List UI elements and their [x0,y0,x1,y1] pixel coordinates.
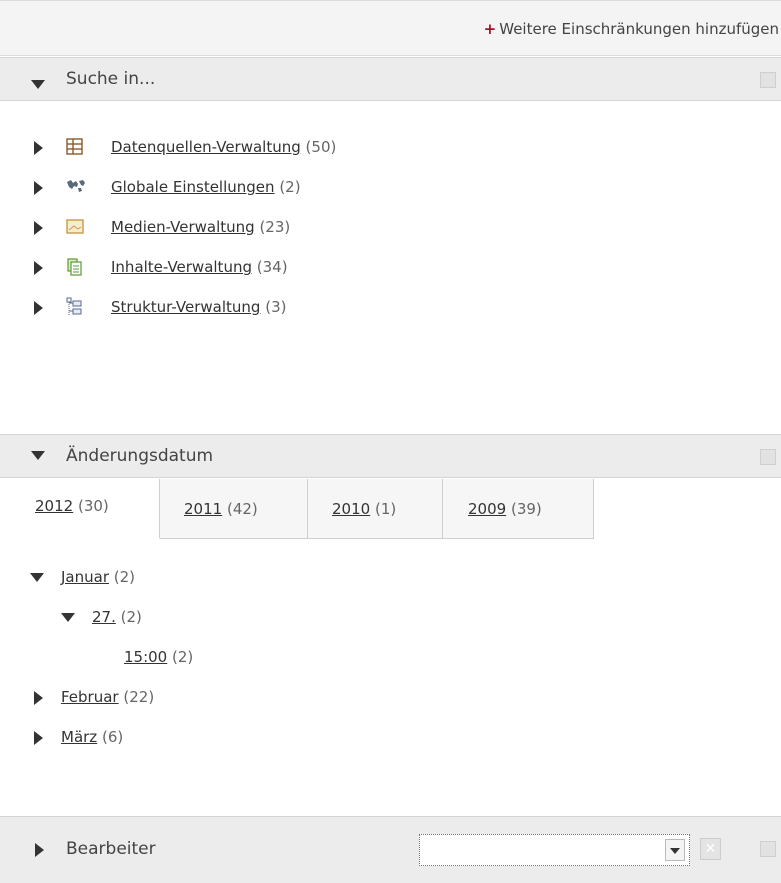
date-item-label[interactable]: März [61,728,97,746]
expand-arrow-icon[interactable] [34,301,43,315]
collapse-arrow-icon[interactable] [61,613,75,622]
collapse-arrow-icon[interactable] [31,451,45,460]
chevron-down-icon [670,848,680,854]
collapse-arrow-icon[interactable] [30,573,44,582]
tab-year-label[interactable]: 2010 [332,500,370,518]
tab-year-label[interactable]: 2009 [468,500,506,518]
expand-arrow-icon[interactable] [34,261,43,275]
change-date-title: Änderungsdatum [66,446,214,466]
pages-icon [65,257,85,277]
date-item-count: (22) [123,688,155,706]
structure-icon [65,297,85,317]
expand-arrow-icon[interactable] [34,731,43,745]
date-item-count: (2) [113,568,136,586]
editor-title: Bearbeiter [66,839,156,859]
expand-arrow-icon[interactable] [34,181,43,195]
tab-strip-filler [594,479,781,539]
plus-icon: + [483,20,497,38]
tree-item-count: (2) [279,178,301,196]
tree-item-count: (23) [259,218,291,236]
tab-2012[interactable]: 2012 (30) [0,479,160,539]
add-restriction-link[interactable]: + Weitere Einschränkungen hinzufügen [484,20,779,38]
tree-item-count: (34) [256,258,288,276]
dropdown-button[interactable] [665,839,685,861]
expand-arrow-icon[interactable] [35,843,44,857]
tab-2009[interactable]: 2009 (39) [443,479,594,539]
collapse-arrow-icon[interactable] [31,80,45,89]
date-item-count: (2) [120,608,142,626]
panel-checkbox[interactable] [760,72,776,88]
tab-year-count: (39) [510,500,542,518]
tab-year-count: (30) [77,497,109,515]
expand-arrow-icon[interactable] [34,141,43,155]
tree-item-label[interactable]: Datenquellen-Verwaltung [111,138,301,156]
media-icon [65,217,85,237]
editor-combobox[interactable] [419,834,690,866]
expand-arrow-icon[interactable] [34,691,43,705]
tree-item-label[interactable]: Globale Einstellungen [111,178,275,196]
panel-checkbox[interactable] [760,841,776,857]
table-icon [65,137,85,157]
date-item-label[interactable]: 27. [92,608,116,626]
tree-item-label[interactable]: Medien-Verwaltung [111,218,255,236]
panel-checkbox[interactable] [760,449,776,465]
tree-item-label[interactable]: Struktur-Verwaltung [111,298,260,316]
globe-map-icon [65,177,85,197]
tab-year-label[interactable]: 2012 [35,497,73,515]
tab-2010[interactable]: 2010 (1) [308,479,443,539]
tab-year-label[interactable]: 2011 [184,500,222,518]
expand-arrow-icon[interactable] [34,221,43,235]
search-in-header[interactable]: Suche in... [0,57,781,101]
tab-year-count: (42) [226,500,258,518]
editor-header[interactable]: Bearbeiter ✕ [0,816,781,883]
tree-item-count: (50) [305,138,337,156]
date-item-label[interactable]: Januar [61,568,109,586]
tree-item-count: (3) [265,298,287,316]
tab-2011[interactable]: 2011 (42) [160,479,308,539]
year-tabs: 2012 (30) 2011 (42) 2010 (1) 2009 (39) [0,479,781,539]
add-restriction-label: Weitere Einschränkungen hinzufügen [499,20,779,38]
filter-toolbar: + Weitere Einschränkungen hinzufügen [0,0,781,56]
search-in-title: Suche in... [66,69,156,89]
tree-item-label[interactable]: Inhalte-Verwaltung [111,258,252,276]
date-item-label[interactable]: 15:00 [124,648,167,666]
date-item-count: (2) [172,648,194,666]
clear-icon[interactable]: ✕ [700,838,721,860]
date-item-count: (6) [101,728,124,746]
tab-year-count: (1) [374,500,397,518]
change-date-header[interactable]: Änderungsdatum [0,434,781,478]
date-item-label[interactable]: Februar [61,688,119,706]
